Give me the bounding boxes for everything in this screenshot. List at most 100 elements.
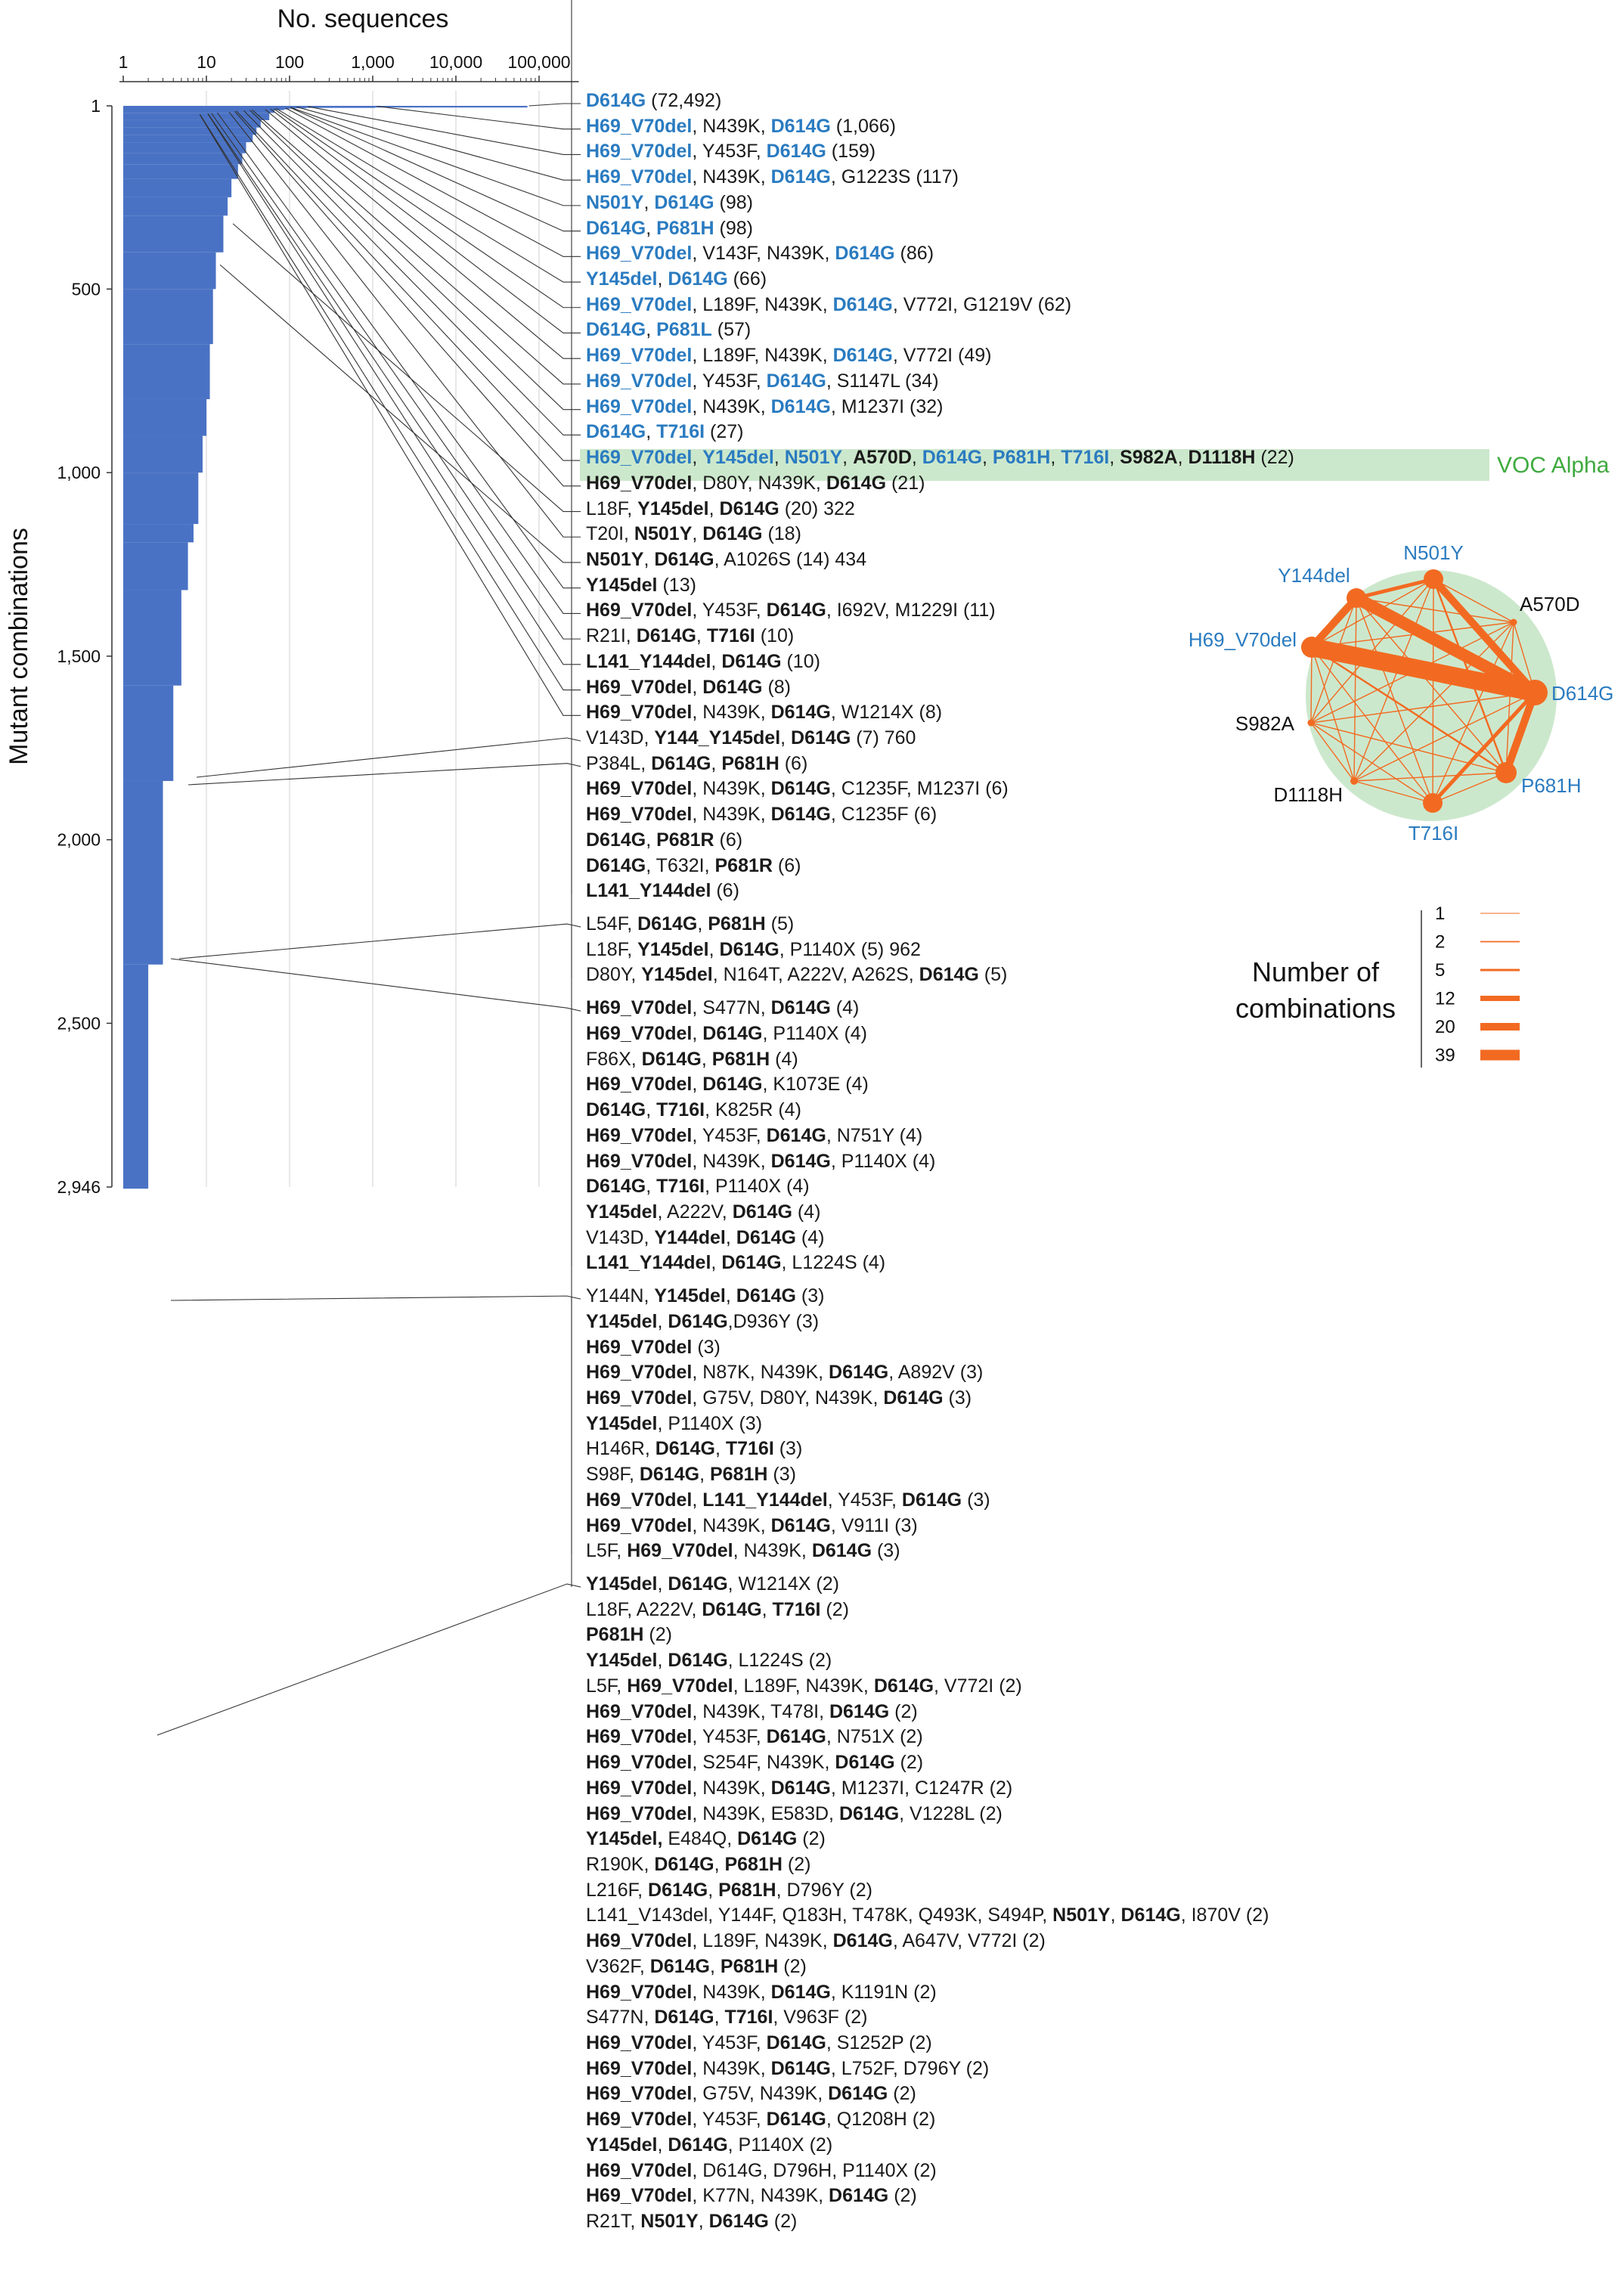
leader-line <box>249 110 581 411</box>
combination-label: H69_V70del, D614G, P1140X (4) <box>586 1022 868 1044</box>
leader-line <box>528 103 581 107</box>
combination-label: H69_V70del, N439K, D614G (1,066) <box>586 115 896 137</box>
y-tick-label: 2,946 <box>57 1177 101 1197</box>
x-tick-label: 100 <box>275 52 304 72</box>
combination-label: H69_V70del, N439K, D614G, G1223S (117) <box>586 166 959 188</box>
network-node-label: Y144del <box>1278 564 1350 587</box>
leader-line <box>219 264 581 563</box>
leader-line <box>232 223 581 513</box>
combination-label: Y145del, D614G, P1140X (2) <box>586 2134 833 2156</box>
combination-label: H69_V70del, L189F, N439K, D614G, V772I (… <box>586 345 992 367</box>
combination-label: H69_V70del, N439K, D614G, M1237I (32) <box>586 395 944 417</box>
y-tick-label: 500 <box>72 279 101 299</box>
network-node <box>1423 793 1443 813</box>
combination-label: H69_V70del, G75V, N439K, D614G (2) <box>586 2083 916 2105</box>
combination-label: H69_V70del, L189F, N439K, D614G, V772I, … <box>586 293 1072 315</box>
network-node-label: H69_V70del <box>1189 628 1297 651</box>
y-tick-label: 2,500 <box>57 1013 101 1033</box>
combination-label: R21T, N501Y, D614G (2) <box>586 2211 798 2233</box>
bar-segment <box>123 1187 149 1189</box>
bar-segment <box>123 289 213 345</box>
bar-chart-axes: 1 10 100 1,000 10,000 100,000 No. sequences 1 50… <box>5 5 579 1197</box>
combination-label: Y145del, E484Q, D614G (2) <box>586 1828 826 1850</box>
bar-segment <box>123 164 238 179</box>
combination-label: Y145del, D614G (66) <box>586 268 767 290</box>
network-node <box>1307 719 1315 727</box>
voc-alpha-label: VOC Alpha <box>1497 453 1610 478</box>
network-node-label: D1118H <box>1273 783 1343 806</box>
combination-label: N501Y, D614G, A1026S (14) 434 <box>586 548 867 570</box>
combination-label: D614G, P681R (6) <box>586 829 743 851</box>
combination-label: L18F, Y145del, D614G (20) 322 <box>586 497 855 519</box>
combination-label: L141_Y144del, D614G, L1224S (4) <box>586 1252 886 1274</box>
combination-label: H69_V70del, N439K, D614G, C1235F (6) <box>586 804 938 826</box>
leader-line <box>170 1295 581 1301</box>
leader-line <box>170 958 581 1012</box>
combination-label: V143D, Y144_Y145del, D614G (7) 760 <box>586 727 916 748</box>
combination-label: H146R, D614G, T716I (3) <box>586 1438 803 1460</box>
combination-label: L18F, A222V, D614G, T716I (2) <box>586 1598 849 1620</box>
combination-label: H69_V70del, N439K, T478I, D614G (2) <box>586 1700 918 1722</box>
combination-label: S98F, D614G, P681H (3) <box>586 1464 796 1486</box>
y-tick-label: 1,000 <box>57 463 101 482</box>
network-diagram: N501Y A570D D614G P681H T716I D1118H S982A H69_… <box>1189 541 1614 845</box>
combination-label: H69_V70del, N439K, D614G, W1214X (8) <box>586 702 943 724</box>
leader-line <box>252 109 581 385</box>
combination-label: H69_V70del, Y453F, D614G, S1252P (2) <box>586 2032 932 2053</box>
leader-line <box>296 106 581 181</box>
combination-label: H69_V70del, D80Y, N439K, D614G (21) <box>586 472 925 494</box>
combination-label: D614G (72,492) <box>586 90 722 111</box>
bar-segment <box>123 964 149 1187</box>
combination-label: Y145del, P1140X (3) <box>586 1412 763 1434</box>
leader-line <box>234 110 581 487</box>
combination-label: H69_V70del, Y453F, D614G, I692V, M1229I … <box>586 600 996 621</box>
legend-level-label: 5 <box>1435 960 1445 981</box>
combination-label: D614G, P681H (98) <box>586 217 753 239</box>
network-node <box>1424 569 1443 589</box>
leader-line <box>207 113 581 640</box>
leader-lines <box>157 0 581 1736</box>
bar-segment <box>123 215 224 253</box>
network-node <box>1495 762 1517 783</box>
network-node <box>1510 618 1517 626</box>
legend-level-label: 2 <box>1435 932 1445 953</box>
network-node-label: N501Y <box>1403 541 1464 564</box>
legend-title-line1: Number of <box>1252 956 1380 987</box>
combination-label: H69_V70del (3) <box>586 1336 721 1358</box>
x-tick-label: 10,000 <box>429 52 482 72</box>
combination-label: H69_V70del, N439K, D614G, M1237I, C1247R… <box>586 1777 1013 1799</box>
network-node-label: D614G <box>1551 682 1613 705</box>
leader-line <box>228 111 581 538</box>
bar-segment <box>123 127 257 135</box>
combination-label: D614G, P681L (57) <box>586 319 752 341</box>
combination-label: L5F, H69_V70del, L189F, N439K, D614G, V7… <box>586 1675 1022 1697</box>
leader-line <box>265 109 581 359</box>
leader-line <box>211 113 581 614</box>
bar-segment <box>123 780 163 965</box>
combination-label: P681H (2) <box>586 1624 672 1646</box>
combination-label: P384L, D614G, P681H (6) <box>586 752 808 774</box>
x-tick-label: 1 <box>119 52 129 72</box>
network-node-label: A570D <box>1520 593 1580 615</box>
network-node-label: P681H <box>1521 774 1582 797</box>
leader-line <box>196 737 581 778</box>
combination-label: D80Y, Y145del, N164T, A222V, A262S, D614… <box>586 964 1008 986</box>
combination-label: L141_Y144del, D614G (10) <box>586 650 820 672</box>
combination-label: Y145del, D614G, L1224S (2) <box>586 1650 832 1672</box>
combination-label: H69_V70del, N439K, D614G, C1235F, M1237I… <box>586 778 1009 800</box>
network-node <box>1350 777 1358 785</box>
combination-label: H69_V70del, L189F, N439K, D614G, A647V, … <box>586 1930 1046 1952</box>
combination-label: Y145del, A222V, D614G (4) <box>586 1201 821 1223</box>
combination-label: H69_V70del, Y453F, D614G (159) <box>586 141 876 163</box>
bar-segment <box>123 473 199 525</box>
y-tick-label: 1 <box>91 96 101 116</box>
legend-title-line2: combinations <box>1235 993 1396 1024</box>
network-node <box>1347 588 1366 608</box>
combination-label: R21I, D614G, T716I (10) <box>586 625 795 647</box>
combination-label: H69_V70del, N439K, D614G, V911I (3) <box>586 1514 918 1536</box>
y-tick-label: 1,500 <box>57 646 101 666</box>
combination-label: L54F, D614G, P681H (5) <box>586 913 795 935</box>
combination-label: S477N, D614G, T716I, V963F (2) <box>586 2007 868 2029</box>
combination-label: H69_V70del, G75V, D80Y, N439K, D614G (3) <box>586 1387 972 1409</box>
combination-label: H69_V70del, K77N, N439K, D614G (2) <box>586 2185 917 2207</box>
